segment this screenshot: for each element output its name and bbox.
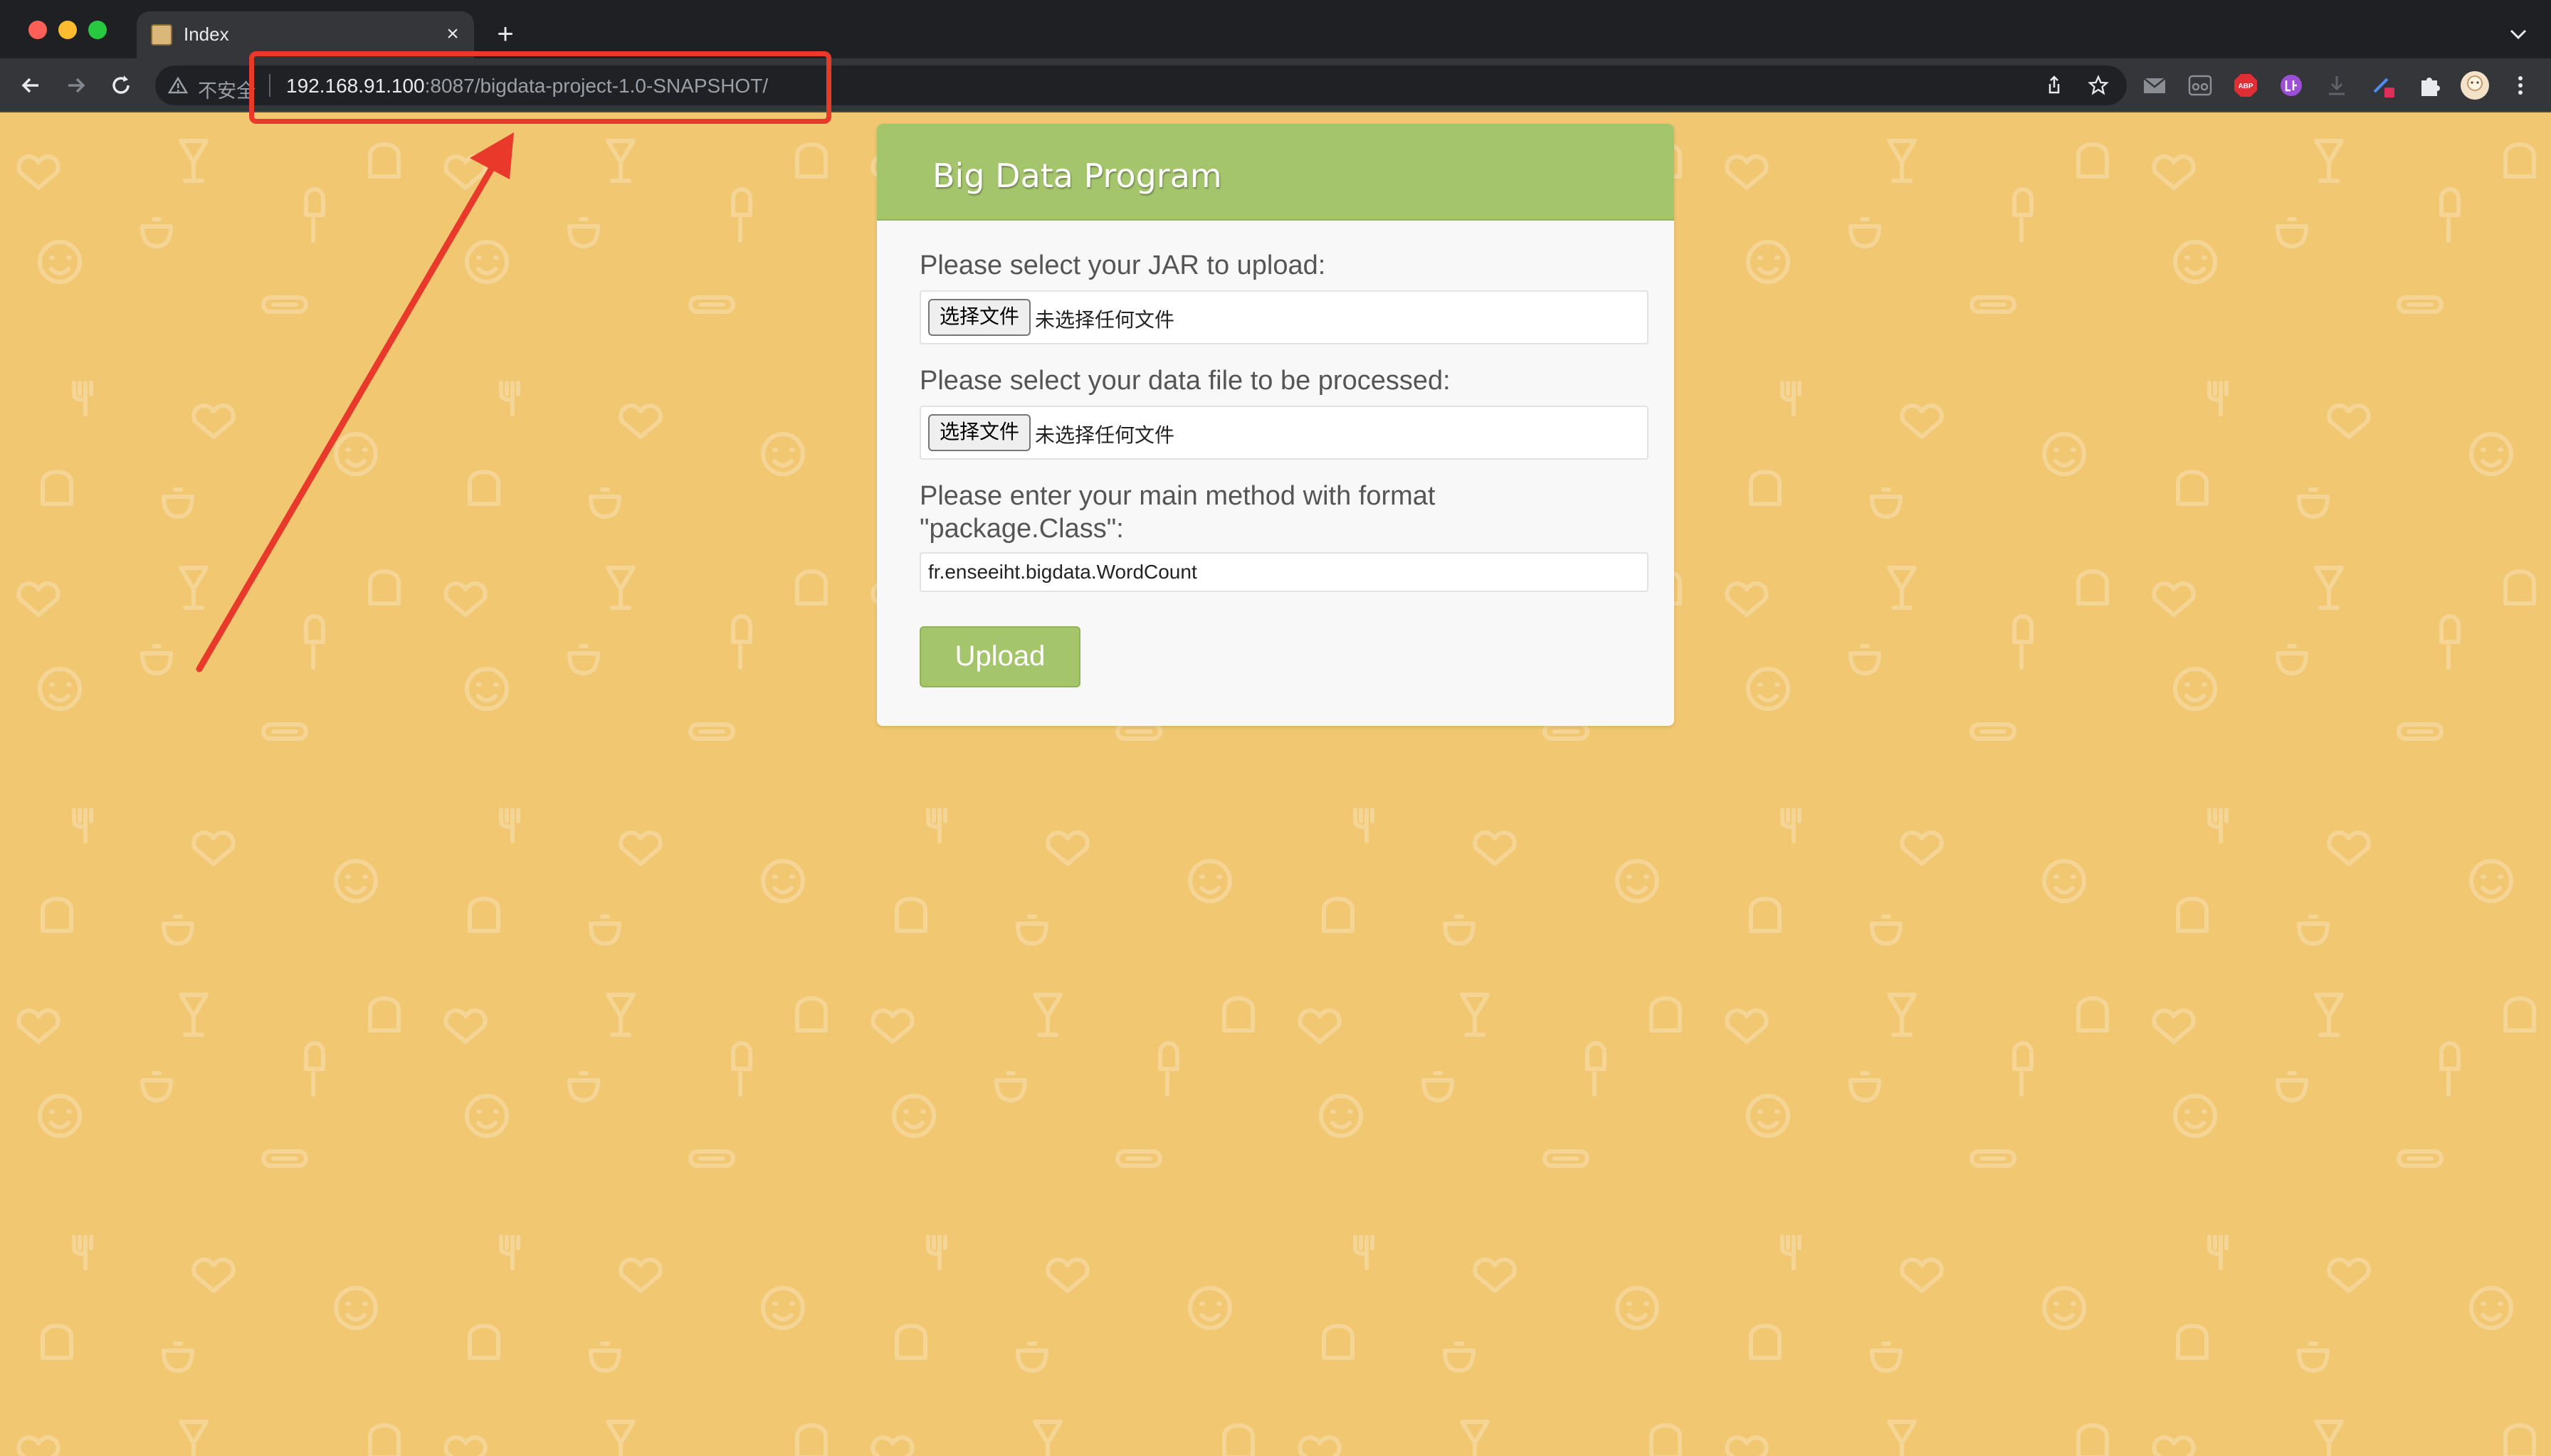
translate-icon[interactable]	[2278, 72, 2305, 99]
data-file-input[interactable]: 选择文件 未选择任何文件	[920, 406, 1648, 460]
window-close-button[interactable]	[28, 21, 47, 39]
jar-field-label: Please select your JAR to upload:	[920, 250, 1326, 280]
page-viewport: Big Data Program Please select your JAR …	[0, 112, 2551, 1456]
pen-icon[interactable]	[2370, 72, 2397, 99]
reader-icon[interactable]	[2187, 72, 2214, 99]
jar-file-status: 未选择任何文件	[1035, 309, 1175, 331]
share-icon[interactable]	[2043, 74, 2066, 97]
main-method-label-line2: "package.Class":	[920, 514, 1124, 544]
data-choose-file-button[interactable]: 选择文件	[928, 414, 1031, 451]
more-menu-icon[interactable]	[2507, 72, 2534, 99]
window-minimize-button[interactable]	[58, 21, 77, 39]
main-method-field-label: Please enter your main method with forma…	[920, 480, 1631, 545]
data-file-status: 未选择任何文件	[1035, 424, 1175, 446]
main-method-label-line1: Please enter your main method with forma…	[920, 481, 1436, 511]
new-tab-button[interactable]: +	[490, 19, 521, 50]
main-method-input[interactable]: fr.enseeiht.bigdata.WordCount	[920, 552, 1648, 592]
puzzle-icon[interactable]	[2416, 72, 2443, 99]
tab-close-button[interactable]: ×	[438, 20, 467, 48]
annotation-highlight-box	[249, 51, 831, 124]
mail-icon[interactable]	[2141, 72, 2168, 99]
tab-strip: Index × +	[0, 0, 2551, 58]
chevron-down-icon[interactable]	[2504, 20, 2532, 48]
security-label[interactable]: 不安全	[198, 75, 256, 103]
upload-form-card: Big Data Program Please select your JAR …	[877, 124, 1674, 726]
download-icon[interactable]	[2323, 72, 2350, 99]
adblock-label: ABP	[2238, 83, 2253, 90]
avatar[interactable]	[2460, 70, 2490, 100]
back-arrow-icon[interactable]	[16, 70, 47, 101]
jar-file-input[interactable]: 选择文件 未选择任何文件	[920, 290, 1648, 344]
data-file-field-label: Please select your data file to be proce…	[920, 366, 1451, 396]
page-title: Big Data Program	[932, 157, 1222, 195]
forward-arrow-icon[interactable]	[60, 70, 91, 101]
card-header: Big Data Program	[877, 124, 1674, 221]
bookmark-star-icon[interactable]	[2087, 74, 2110, 97]
adblock-icon[interactable]: ABP	[2232, 72, 2259, 99]
tab-title: Index	[184, 23, 229, 45]
jar-choose-file-button[interactable]: 选择文件	[928, 299, 1031, 336]
warning-icon[interactable]	[168, 75, 188, 95]
reload-icon[interactable]	[105, 70, 137, 101]
favicon-icon	[151, 24, 172, 46]
window-maximize-button[interactable]	[88, 21, 107, 39]
upload-button[interactable]: Upload	[920, 626, 1080, 687]
